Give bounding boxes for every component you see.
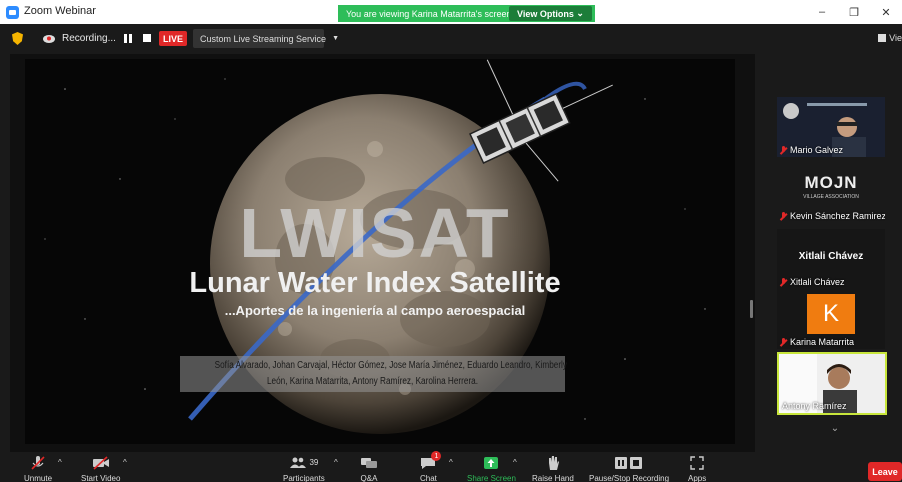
video-off-icon — [92, 454, 110, 471]
stop-recording-icon[interactable] — [143, 34, 151, 42]
view-layout-button[interactable]: Vie — [878, 33, 902, 43]
participant-tile-kevin[interactable]: MOJN VILLAGE ASSOCIATION Kevin Sánchez R… — [777, 163, 885, 223]
chat-options-caret-icon[interactable]: ^ — [449, 458, 453, 467]
video-options-caret-icon[interactable]: ^ — [123, 458, 127, 467]
participant-tile-karina[interactable]: K Karina Matarrita — [777, 289, 885, 349]
live-stream-service-dropdown[interactable]: Custom Live Streaming Service ▼ — [193, 29, 339, 48]
share-options-caret-icon[interactable]: ^ — [513, 458, 517, 467]
participant-name-text: Xitlali Chávez — [790, 277, 845, 287]
participant-name-text: Kevin Sánchez Ramirez — [790, 211, 885, 221]
view-layout-label: Vie — [889, 33, 902, 43]
mic-muted-icon — [780, 337, 787, 347]
moon-village-logo-subtitle: VILLAGE ASSOCIATION — [803, 194, 859, 200]
start-video-button[interactable]: Start Video — [81, 454, 120, 482]
window-title: Zoom Webinar — [24, 5, 96, 17]
participant-tile-xitlali[interactable]: Xitlali Chávez Xitlali Chávez — [777, 229, 885, 289]
participant-count: 39 — [309, 458, 319, 467]
mic-muted-icon — [780, 145, 787, 155]
share-screen-icon — [483, 454, 499, 471]
participants-button[interactable]: 39 Participants — [283, 454, 325, 482]
slide-authors-box: Sofía Alvarado, Johan Carvajal, Héctor G… — [180, 356, 567, 392]
slide-title: LWISAT — [239, 194, 511, 272]
slide-authors-line-1: Sofía Alvarado, Johan Carvajal, Héctor G… — [214, 360, 567, 371]
viewing-screen-banner: You are viewing Karina Matarrita's scree… — [338, 5, 595, 22]
window-titlebar: Zoom Webinar You are viewing Karina Mata… — [0, 0, 902, 24]
unmute-label: Unmute — [24, 474, 53, 482]
pause-recording-icon[interactable] — [124, 34, 133, 43]
apps-button[interactable]: Apps — [688, 454, 706, 482]
shared-screen-area: LWISAT Lunar Water Index Satellite ...Ap… — [10, 54, 755, 452]
avatar: K — [807, 294, 855, 334]
meeting-toolbar: Unmute ^ Start Video ^ 39 Participants ^… — [0, 451, 902, 482]
panel-resize-handle[interactable] — [750, 300, 753, 318]
participants-icon: 39 — [289, 454, 318, 471]
close-button[interactable]: ✕ — [870, 0, 902, 24]
chat-icon: 1 — [420, 451, 442, 471]
qa-icon — [360, 454, 378, 471]
view-options-label: View Options — [517, 8, 574, 19]
raise-hand-label: Raise Hand — [532, 474, 574, 482]
participants-label: Participants — [283, 474, 325, 482]
start-video-label: Start Video — [81, 474, 121, 482]
chat-label: Chat — [420, 474, 437, 482]
raise-hand-icon — [546, 454, 560, 471]
raise-hand-button[interactable]: Raise Hand — [532, 454, 574, 482]
gallery-scroll-down-button[interactable]: ⌄ — [823, 423, 847, 437]
participant-name: Kevin Sánchez Ramirez — [780, 211, 885, 221]
meeting-top-bar: Recording... LIVE Custom Live Streaming … — [0, 24, 902, 54]
recording-cloud-icon — [43, 35, 55, 43]
qa-button[interactable]: Q&A — [360, 454, 378, 482]
zoom-webinar-window: Zoom Webinar You are viewing Karina Mata… — [0, 0, 902, 482]
view-options-button[interactable]: View Options ⌄ — [509, 6, 592, 21]
slide-tagline: ...Aportes de la ingeniería al campo aer… — [224, 303, 526, 318]
apps-label: Apps — [688, 474, 707, 482]
live-badge: LIVE — [159, 31, 187, 46]
viewing-screen-text: You are viewing Karina Matarrita's scree… — [346, 8, 512, 19]
mic-muted-icon — [780, 277, 787, 287]
stream-service-label: Custom Live Streaming Service — [200, 33, 327, 44]
participant-name: Xitlali Chávez — [780, 277, 845, 287]
recording-status: Recording... — [62, 33, 116, 44]
zoom-app-icon — [6, 6, 19, 19]
participant-name-text: Karina Matarrita — [790, 337, 855, 347]
apps-icon — [690, 454, 704, 471]
chat-notification-badge: 1 — [431, 451, 442, 461]
grid-view-icon — [878, 34, 887, 42]
pause-stop-recording-button[interactable]: Pause/Stop Recording — [589, 454, 669, 482]
participant-name-text: Mario Galvez — [790, 145, 844, 155]
security-shield-icon[interactable] — [12, 32, 23, 45]
participant-tile-antony-active-speaker[interactable]: Antony Ramírez — [777, 352, 887, 415]
pause-stop-recording-icon — [614, 454, 644, 471]
participant-name-text: Antony Ramírez — [782, 401, 847, 411]
participants-options-caret-icon[interactable]: ^ — [334, 458, 338, 467]
participant-display-name: Xitlali Chávez — [798, 251, 864, 262]
participant-name: Karina Matarrita — [780, 337, 854, 347]
participant-name: Antony Ramírez — [782, 401, 847, 411]
leave-button[interactable]: Leave — [868, 462, 902, 481]
unmute-button[interactable]: Unmute — [24, 454, 52, 482]
participant-tile-mario[interactable]: Mario Galvez — [777, 97, 885, 157]
mic-muted-icon — [780, 211, 787, 221]
audio-options-caret-icon[interactable]: ^ — [58, 458, 62, 467]
maximize-button[interactable]: ❐ — [838, 0, 870, 24]
presentation-slide: LWISAT Lunar Water Index Satellite ...Ap… — [25, 59, 735, 444]
pause-stop-recording-label: Pause/Stop Recording — [589, 474, 670, 482]
chat-button[interactable]: 1 Chat — [420, 451, 442, 482]
minimize-button[interactable]: – — [806, 0, 838, 24]
mic-muted-icon — [30, 454, 46, 471]
slide-subtitle: Lunar Water Index Satellite — [189, 267, 561, 299]
window-controls: – ❐ ✕ — [806, 0, 902, 24]
participant-name: Mario Galvez — [780, 145, 843, 155]
qa-label: Q&A — [360, 474, 378, 482]
share-screen-button[interactable]: Share Screen — [467, 454, 516, 482]
chevron-down-icon: ▼ — [332, 35, 339, 42]
slide-authors-line-2: León, Karina Matarrita, Antony Ramírez, … — [266, 376, 479, 387]
moon-village-logo: MOJN — [804, 173, 858, 192]
share-screen-label: Share Screen — [467, 474, 516, 482]
